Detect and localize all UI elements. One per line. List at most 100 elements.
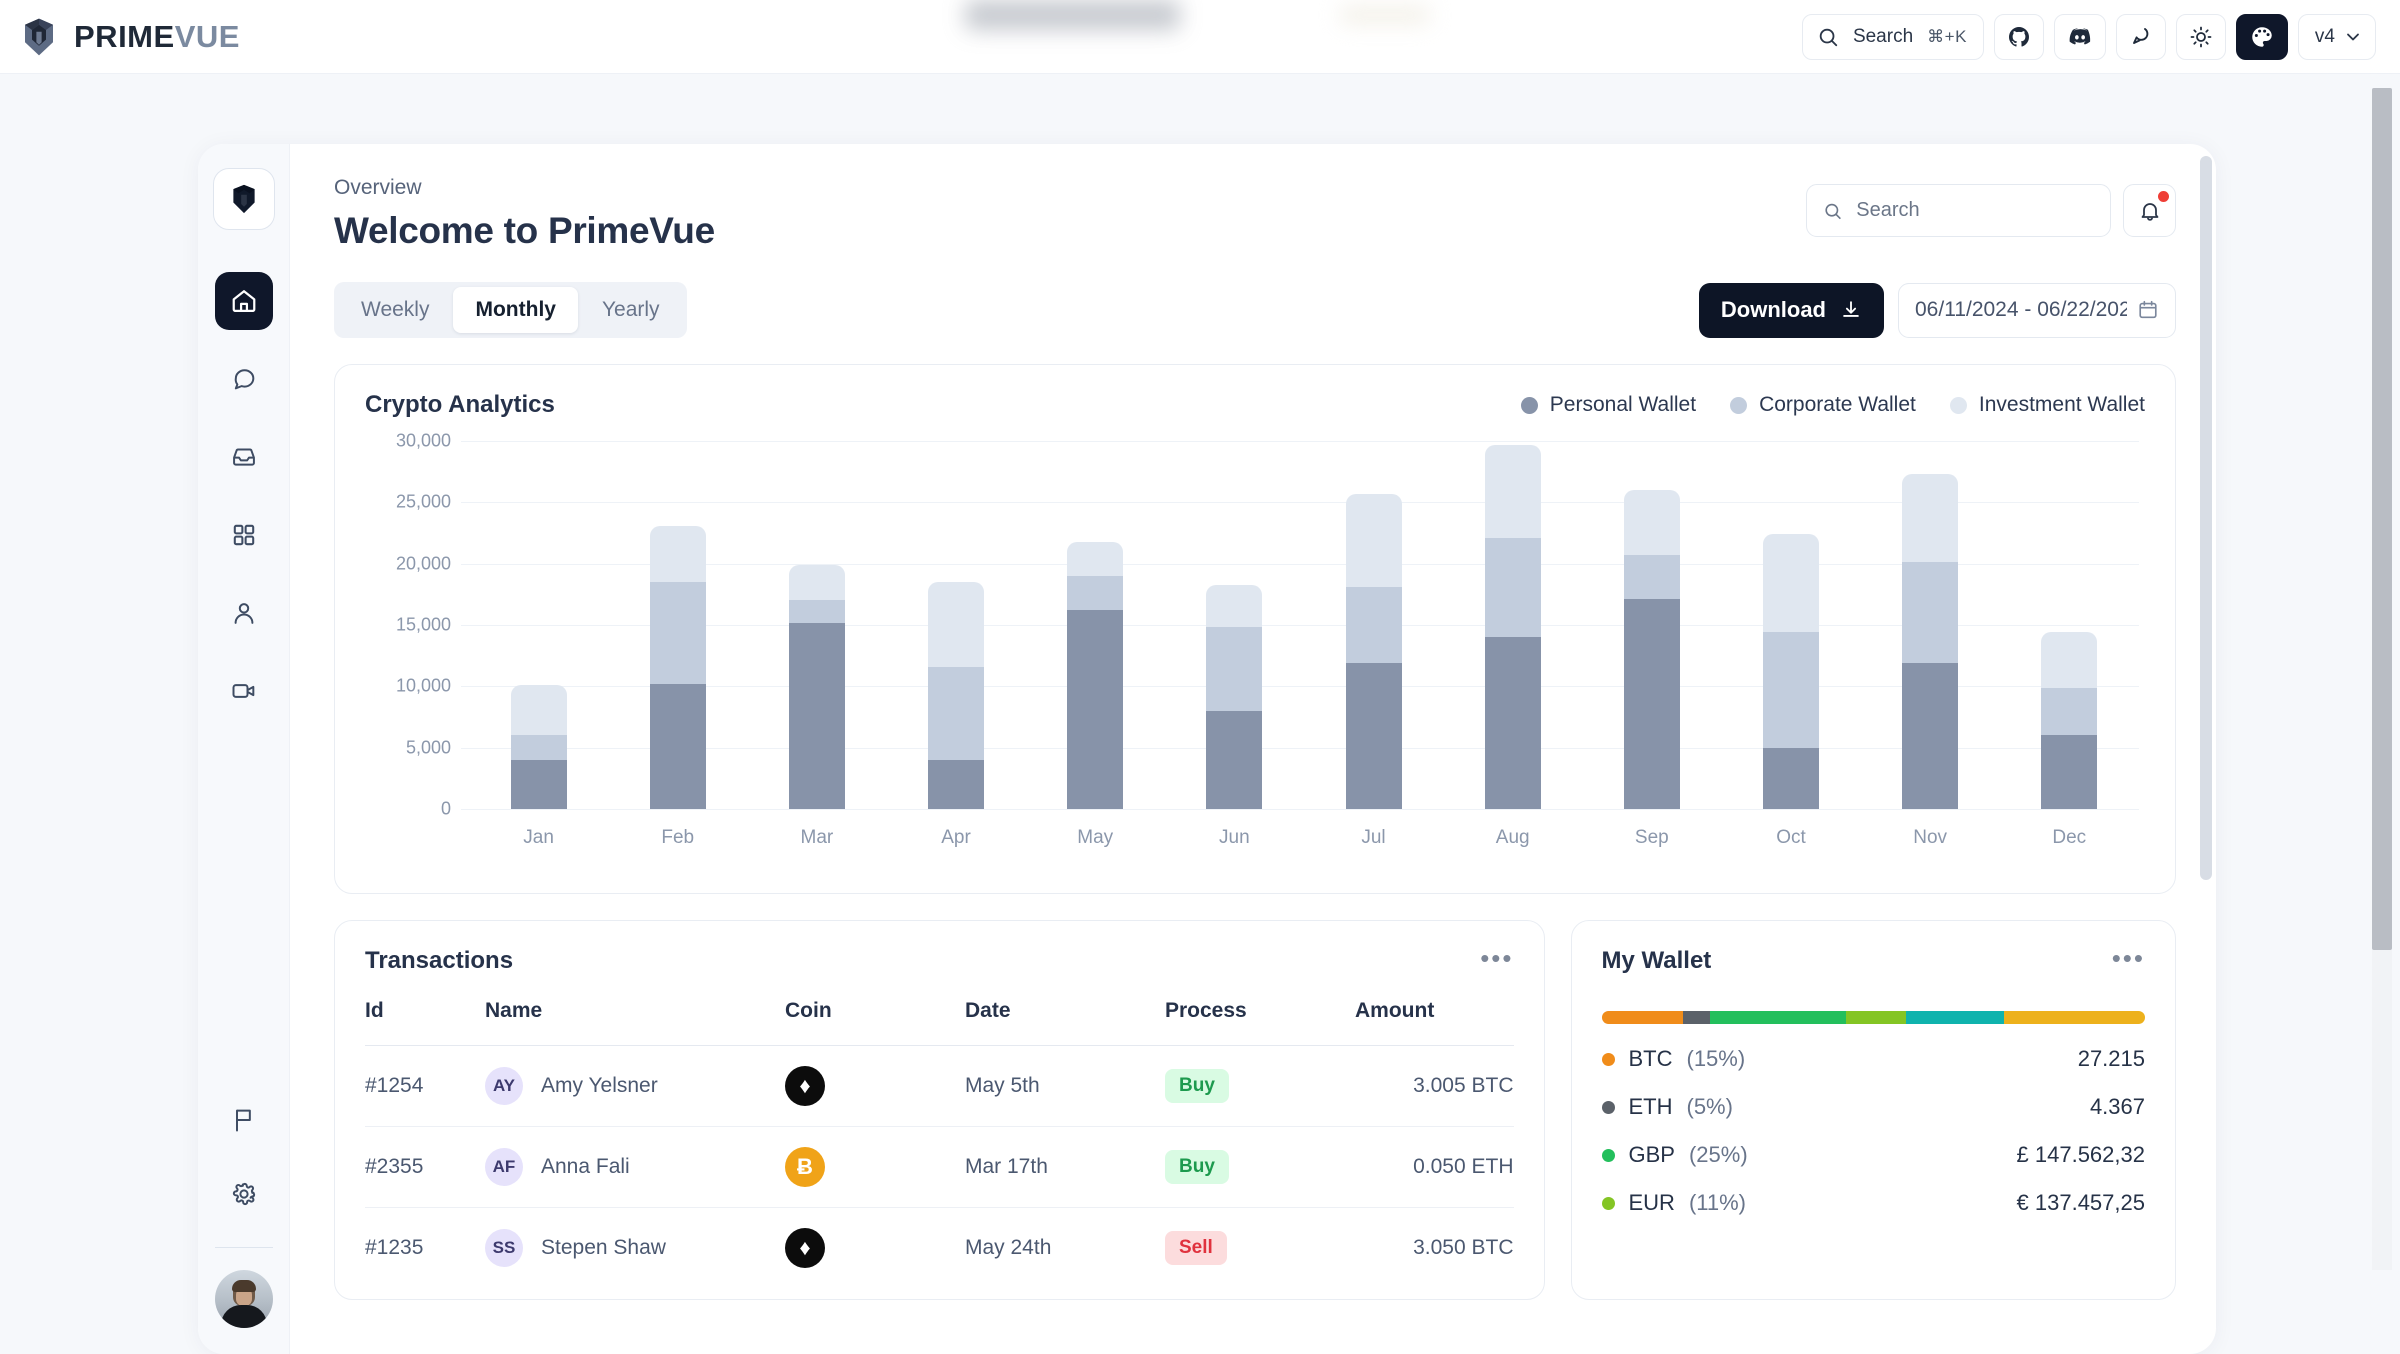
sidebar-logo-button[interactable] [212, 168, 275, 230]
sidebar-item-apps[interactable] [215, 506, 273, 564]
cell-amount: 0.050 ETH [1355, 1126, 1514, 1208]
version-selector[interactable]: v4 [2297, 13, 2376, 60]
sidebar-item-profile[interactable] [215, 584, 273, 642]
chart-bar-group[interactable] [1752, 534, 1830, 809]
chart-stacked-bar[interactable] [1345, 493, 1402, 809]
legend-item-corporate-wallet[interactable]: Corporate Wallet [1730, 393, 1916, 417]
cell-date: Mar 17th [965, 1126, 1165, 1208]
chart-stacked-bar[interactable] [649, 525, 706, 809]
chart-stacked-bar[interactable] [1762, 534, 1819, 809]
chart-bar-segment [1206, 710, 1263, 809]
user-icon [234, 603, 253, 624]
chart-stacked-bar[interactable] [1206, 584, 1263, 809]
x-axis-tick-label: Jul [1361, 827, 1386, 848]
palette-icon [2252, 26, 2272, 47]
chart-stacked-bar[interactable] [1623, 490, 1680, 809]
list-item[interactable]: ETH (5%) 4.367 [1601, 1072, 2145, 1120]
chart-header: Crypto Analytics Personal Wallet Corpora… [365, 391, 2145, 419]
chart-bar-segment [1067, 610, 1124, 809]
more-horizontal-icon[interactable]: ••• [1480, 945, 1513, 970]
tab-monthly[interactable]: Monthly [453, 287, 578, 333]
y-axis-tick-label: 15,000 [395, 614, 451, 635]
transactions-table: Id Name Coin Date Process Amount #1254 AY… [365, 999, 1514, 1288]
chart-stacked-bar[interactable] [928, 582, 985, 809]
discussions-button[interactable] [2115, 13, 2166, 60]
user-avatar[interactable] [214, 1270, 273, 1328]
chart-bar-group[interactable] [1613, 490, 1691, 809]
column-header-amount: Amount [1355, 999, 1435, 1022]
column-header-process: Process [1165, 999, 1247, 1022]
chart-bar-group[interactable] [917, 582, 995, 809]
palette-theme-designer-button[interactable] [2235, 13, 2288, 60]
download-button[interactable]: Download [1698, 282, 1884, 338]
search-input[interactable] [1856, 199, 2094, 222]
cell-date: May 24th [965, 1207, 1165, 1288]
chart-bar-group[interactable] [1891, 474, 1969, 809]
legend-item-investment-wallet[interactable]: Investment Wallet [1949, 393, 2145, 417]
more-horizontal-icon[interactable]: ••• [2112, 945, 2145, 970]
chart-stacked-bar[interactable] [1067, 541, 1124, 809]
table-header-row: Id Name Coin Date Process Amount [365, 999, 1514, 1046]
theme-toggle-button[interactable] [2175, 13, 2226, 60]
chart-stacked-bar[interactable] [510, 685, 567, 809]
global-search-button[interactable]: Search ⌘+K [1801, 13, 1984, 60]
app-sidebar [198, 144, 290, 1354]
scrollbar-thumb[interactable] [2200, 156, 2212, 880]
wallet-header: My Wallet ••• [1602, 945, 2146, 975]
chart-stacked-bar[interactable] [2041, 632, 2098, 809]
chart-bar-group[interactable] [778, 564, 856, 809]
github-button[interactable] [1993, 13, 2044, 60]
list-item[interactable]: EUR (11%) € 137.457,25 [1601, 1168, 2145, 1216]
sidebar-item-settings[interactable] [215, 1165, 273, 1223]
table-row[interactable]: #2355 AF Anna Fali Ƀ Mar 17th Buy 0.050 ETH [365, 1126, 1514, 1208]
legend-swatch [1949, 396, 1967, 414]
chart-bar-group[interactable] [1335, 493, 1413, 809]
brand-logo-primevue[interactable]: PRIMEVUE [18, 16, 240, 58]
chart-stacked-bar[interactable] [788, 564, 845, 809]
chart-bar-group[interactable] [1474, 444, 1552, 809]
table-row[interactable]: #1254 AY Amy Yelsner ♦ May 5th Buy 3.005 BTC [365, 1045, 1514, 1127]
list-item[interactable]: BTC (15%) 27.215 [1601, 1024, 2145, 1072]
chart-stacked-bar[interactable] [1484, 444, 1541, 809]
notifications-button[interactable] [2123, 184, 2176, 237]
chart-bar-group[interactable] [2030, 632, 2108, 809]
theme-sun-icon [2190, 26, 2212, 47]
chart-bar-group[interactable] [500, 685, 578, 809]
list-item[interactable]: GBP (25%) £ 147.562,32 [1601, 1120, 2145, 1168]
transactions-table-head: Id Name Coin Date Process Amount [365, 999, 1514, 1046]
blurred-banner-region [965, 0, 1445, 36]
tab-yearly[interactable]: Yearly [580, 287, 682, 333]
date-range-picker[interactable]: 06/11/2024 - 06/22/2024 [1898, 282, 2176, 338]
chart-stacked-bar[interactable] [1902, 474, 1959, 809]
sidebar-item-home[interactable] [214, 272, 273, 330]
x-axis-tick-label: Dec [2052, 827, 2087, 848]
legend-item-personal-wallet[interactable]: Personal Wallet [1520, 393, 1697, 417]
legend-label: Personal Wallet [1549, 393, 1697, 416]
brand-wordmark: PRIMEVUE [74, 19, 240, 55]
cell-id: #2355 [365, 1126, 485, 1208]
chart-bar-segment [1623, 490, 1680, 556]
table-row[interactable]: #1235 SS Stepen Shaw ♦ May 24th Sell 3.050 BTC [365, 1207, 1514, 1288]
discord-button[interactable] [2053, 13, 2106, 60]
chart-bar-segment [510, 759, 567, 809]
cell-id: #1254 [365, 1045, 485, 1127]
dashboard-inner-scrollbar[interactable] [2200, 156, 2212, 1342]
chart-legend: Personal Wallet Corporate Wallet Investm… [1520, 393, 2145, 417]
tab-weekly[interactable]: Weekly [339, 287, 451, 333]
currency-percent: (25%) [1688, 1142, 1748, 1167]
sidebar-divider [214, 1247, 273, 1248]
sidebar-item-video[interactable] [215, 662, 273, 720]
chart-bar-segment [2041, 687, 2098, 736]
person-name: Amy Yelsner [541, 1074, 658, 1097]
chart-bar-group[interactable] [1056, 541, 1134, 809]
chart-bar-group[interactable] [639, 525, 717, 809]
sidebar-item-messages[interactable] [215, 350, 273, 408]
chart-bar-group[interactable] [1195, 584, 1273, 809]
dashboard-search-box[interactable] [1806, 184, 2111, 237]
chart-x-axis-labels: Jan Feb Mar Apr May Jun Jul Aug Sep Oct Nov Dec [469, 815, 2139, 861]
scrollbar-thumb[interactable] [2372, 88, 2392, 950]
chat-bubble-icon [234, 369, 254, 390]
sidebar-item-inbox[interactable] [215, 428, 273, 486]
sidebar-item-reports[interactable] [215, 1091, 273, 1149]
page-scrollbar[interactable] [2372, 88, 2392, 1270]
